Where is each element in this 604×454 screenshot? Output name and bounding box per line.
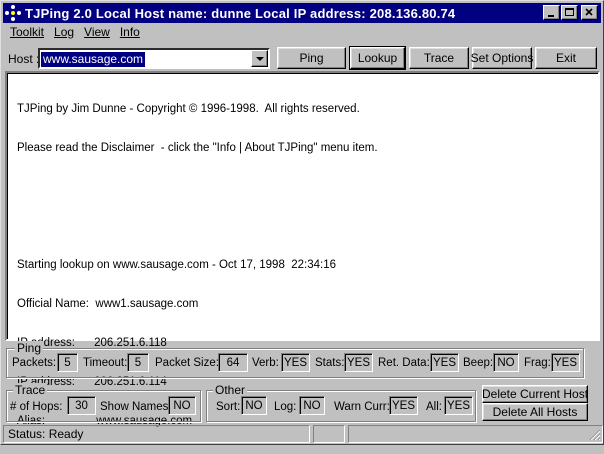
close-icon [585, 8, 593, 16]
chevron-down-icon [256, 57, 264, 61]
log-value[interactable]: NO [299, 396, 325, 415]
minimize-icon [548, 15, 554, 17]
warn-curr-value[interactable]: YES [389, 396, 418, 415]
status-panel-2 [313, 425, 345, 443]
packet-size-label: Packet Size: [155, 357, 219, 369]
status-panel-3 [348, 425, 603, 443]
packets-label: Packets: [12, 357, 57, 369]
ping-group-label: Ping [15, 341, 44, 355]
status-bar: Status: Ready [3, 425, 603, 443]
host-dropdown-button[interactable] [251, 50, 268, 67]
all-label: All: [426, 401, 442, 413]
maximize-button[interactable] [561, 5, 578, 20]
exit-button[interactable]: Exit [535, 47, 597, 69]
delete-all-hosts-button[interactable]: Delete All Hosts [482, 403, 588, 421]
menu-bar: Toolkit Log View Info [5, 24, 145, 42]
menu-view[interactable]: View [79, 24, 115, 42]
delete-current-host-button[interactable]: Delete Current Host [482, 385, 588, 403]
frag-label: Frag: [524, 357, 551, 369]
resize-grip-icon[interactable] [589, 429, 601, 441]
stats-label: Stats: [315, 357, 345, 369]
hops-label: # of Hops: [10, 401, 63, 413]
timeout-label: Timeout: [83, 357, 128, 369]
frag-value[interactable]: YES [551, 353, 580, 372]
host-label: Host : [8, 52, 40, 66]
packet-size-value[interactable]: 64 [218, 353, 248, 372]
trace-button[interactable]: Trace [409, 47, 469, 69]
window-title: TJPing 2.0 Local Host name: dunne Local … [25, 5, 456, 21]
host-input[interactable]: www.sausage.com [41, 52, 146, 67]
status-text: Status: Ready [3, 425, 310, 443]
all-value[interactable]: YES [444, 396, 473, 415]
set-options-button[interactable]: Set Options [471, 47, 533, 69]
timeout-value[interactable]: 5 [127, 353, 149, 372]
lookup-button[interactable]: Lookup [349, 46, 406, 70]
packets-value[interactable]: 5 [57, 353, 78, 372]
maximize-icon [565, 8, 574, 16]
output-log[interactable]: TJPing by Jim Dunne - Copyright © 1996-1… [5, 71, 600, 427]
minimize-button[interactable] [543, 5, 560, 20]
output-line: TJPing by Jim Dunne - Copyright © 1996-1… [17, 103, 360, 115]
ret-data-label: Ret. Data: [378, 357, 430, 369]
ping-button[interactable]: Ping [277, 47, 346, 69]
ping-group: Ping Packets: 5 Timeout: 5 Packet Size: … [6, 341, 584, 378]
title-bar[interactable]: TJPing 2.0 Local Host name: dunne Local … [3, 3, 601, 23]
show-names-label: Show Names: [100, 401, 172, 413]
sort-label: Sort: [216, 401, 241, 413]
trace-group-label: Trace [13, 383, 48, 397]
other-group-label: Other [213, 383, 248, 397]
app-window: TJPing 2.0 Local Host name: dunne Local … [0, 0, 604, 445]
menu-toolkit[interactable]: Toolkit [5, 24, 49, 42]
warn-curr-label: Warn Curr: [334, 401, 390, 413]
verb-label: Verb: [252, 357, 279, 369]
close-button[interactable] [581, 5, 598, 20]
hops-value[interactable]: 30 [67, 396, 96, 415]
log-label: Log: [274, 401, 297, 413]
beep-value[interactable]: NO [493, 353, 519, 372]
verb-value[interactable]: YES [281, 353, 310, 372]
show-names-value[interactable]: NO [168, 396, 196, 415]
network-icon [5, 5, 21, 21]
sort-value[interactable]: NO [241, 396, 267, 415]
menu-info[interactable]: Info [115, 24, 145, 42]
ret-data-value[interactable]: YES [430, 353, 459, 372]
output-line: Please read the Disclaimer - click the "… [17, 142, 378, 154]
host-combobox[interactable]: www.sausage.com [38, 48, 270, 69]
stats-value[interactable]: YES [344, 353, 373, 372]
other-group: Other Sort: NO Log: NO Warn Curr: YES Al… [206, 383, 476, 422]
trace-group: Trace # of Hops: 30 Show Names: NO [6, 383, 201, 422]
output-line: Official Name: www1.sausage.com [17, 298, 199, 310]
menu-log[interactable]: Log [49, 24, 79, 42]
beep-label: Beep: [463, 357, 494, 369]
output-line: Starting lookup on www.sausage.com - Oct… [17, 259, 336, 271]
